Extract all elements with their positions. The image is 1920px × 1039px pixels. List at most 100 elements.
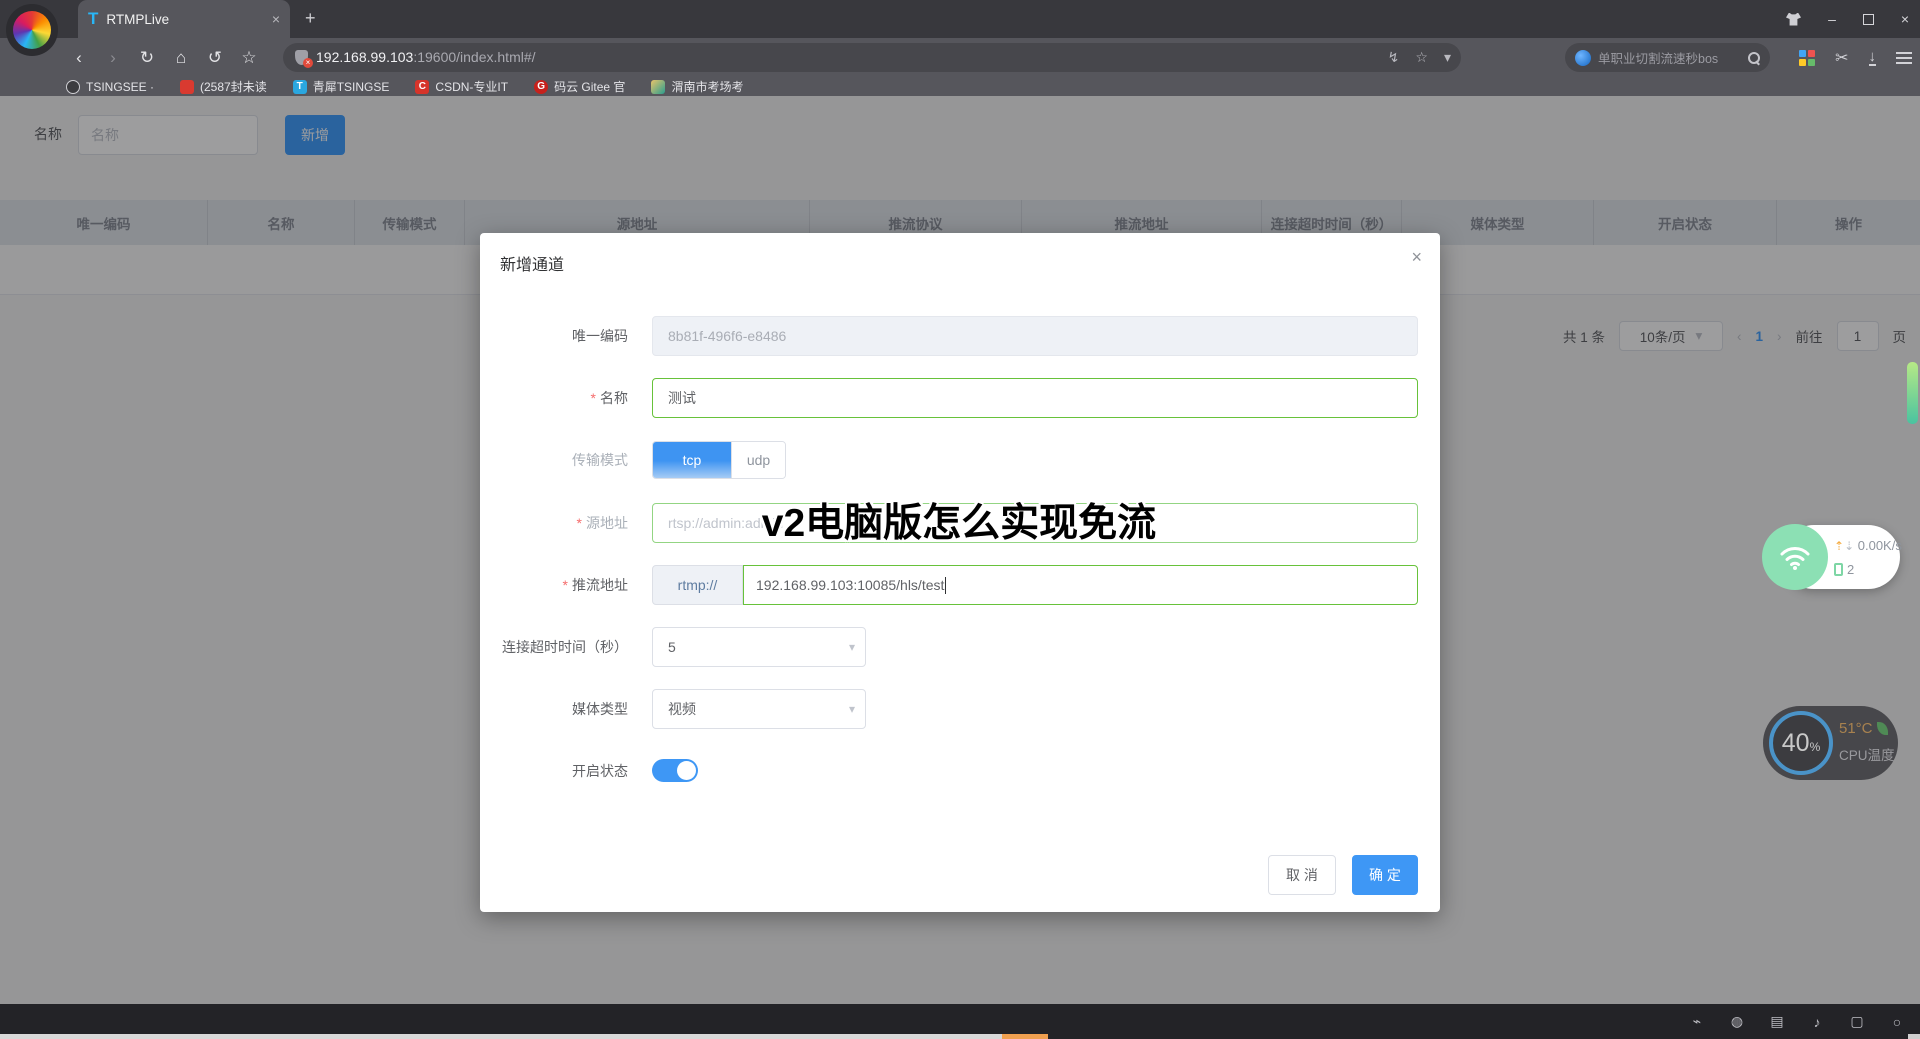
media-type-select[interactable]: 视频 ▾ (652, 689, 866, 729)
cpu-temp-label: CPU温度 (1839, 744, 1895, 764)
reload-icon[interactable]: ↻ (130, 48, 164, 68)
minimize-button[interactable]: – (1823, 11, 1841, 27)
bookmark-label: 青犀TSINGSE (313, 78, 390, 95)
scrollbar-thumb[interactable] (1907, 362, 1918, 424)
bookmark-mail[interactable]: (2587封未读 (180, 78, 267, 95)
download-icon[interactable]: ↓ (1869, 50, 1877, 66)
confirm-button[interactable]: 确 定 (1352, 855, 1418, 895)
progress-accent (1002, 1034, 1048, 1039)
cancel-button[interactable]: 取 消 (1268, 855, 1336, 895)
status-toggle-on[interactable] (652, 759, 698, 782)
browser-logo-pinwheel (13, 11, 51, 49)
media-type-value: 视频 (668, 699, 696, 719)
device-count: 2 (1847, 562, 1854, 577)
rtmp-prefix: rtmp:// (652, 565, 743, 605)
required-asterisk: * (591, 390, 596, 406)
bookmark-favicon (651, 80, 665, 94)
tab-title: RTMPLive (106, 12, 263, 27)
timeout-select[interactable]: 5 ▾ (652, 627, 866, 667)
network-stats: ⇡⇣ 0.00K/s 2 (1834, 534, 1902, 581)
bookmark-label: 渭南市考场考 (671, 78, 743, 95)
text-caret (945, 577, 946, 594)
name-input[interactable]: 测试 (652, 378, 1418, 418)
upload-arrow-icon: ⇡ (1834, 539, 1844, 553)
field-row-status: 开启状态 (480, 751, 1440, 791)
toolbar-actions: ✂ ↓ (1799, 38, 1912, 77)
flash-icon[interactable]: ↯ (1388, 49, 1400, 66)
udp-radio-button[interactable]: udp (731, 442, 785, 478)
usb-tray-icon[interactable]: ⌁ (1688, 1013, 1706, 1030)
network-tray-icon[interactable]: ◍ (1728, 1013, 1746, 1030)
theme-skin-icon[interactable] (1786, 13, 1801, 26)
wifi-icon[interactable] (1762, 524, 1828, 590)
push-address-input[interactable]: 192.168.99.103:10085/hls/test (743, 565, 1418, 605)
dialog-close-icon[interactable]: × (1411, 247, 1422, 268)
bookmark-weinan[interactable]: 渭南市考场考 (651, 78, 743, 95)
push-address-value: 192.168.99.103:10085/hls/test (756, 577, 944, 593)
dialog-footer: 取 消 确 定 (1268, 855, 1418, 895)
search-icon[interactable] (1748, 52, 1760, 64)
new-tab-button[interactable]: + (305, 8, 316, 29)
field-row-name: *名称 测试 (480, 378, 1440, 418)
search-tray-icon[interactable]: ○ (1888, 1014, 1906, 1030)
bookmark-label: 码云 Gitee 官 (554, 78, 625, 95)
home-icon[interactable]: ⌂ (164, 48, 198, 68)
browser-logo[interactable] (6, 4, 58, 56)
push-label: *推流地址 (480, 565, 640, 605)
close-window-button[interactable]: × (1896, 11, 1914, 27)
required-asterisk: * (563, 577, 568, 593)
tab-rtmplive[interactable]: T RTMPLive × (78, 0, 290, 38)
watermark-text: v2电脑版怎么实现免流 (762, 492, 1156, 548)
browser-toolbar: ‹ › ↻ ⌂ ↺ ☆ × 192.168.99.103:19600/index… (0, 38, 1920, 77)
source-label: *源地址 (480, 503, 640, 543)
bookmark-tsingsee[interactable]: TSINGSEE · (66, 80, 154, 94)
menu-icon[interactable] (1896, 52, 1912, 64)
favorite-star-icon[interactable]: ☆ (1415, 49, 1428, 66)
volume-tray-icon[interactable]: ♪ (1808, 1014, 1826, 1030)
web-page: 名称 名称 新增 唯一编码 名称 传输模式 源地址 推流协议 推流地址 连接超时… (0, 96, 1920, 1004)
screenshot-scissors-icon[interactable]: ✂ (1835, 48, 1848, 68)
network-speed: 0.00K/s (1858, 538, 1902, 553)
media-label: 媒体类型 (480, 689, 640, 729)
window-controls: – × (1786, 0, 1914, 38)
folder-tray-icon[interactable]: ▤ (1768, 1013, 1786, 1030)
back-icon[interactable]: ‹ (62, 48, 96, 68)
uid-label: 唯一编码 (480, 316, 640, 356)
window-tray-icon[interactable]: ▢ (1848, 1013, 1866, 1030)
status-label: 开启状态 (480, 751, 640, 791)
show-desktop-button[interactable] (1908, 1034, 1920, 1039)
uid-input: 8b81f-496f6-e8486 (652, 316, 1418, 356)
security-shield-icon[interactable]: × (295, 50, 308, 65)
cpu-usage-unit: % (1810, 740, 1821, 754)
bookmark-label: TSINGSEE · (86, 80, 154, 94)
bookmarks-bar: TSINGSEE · (2587封未读 T 青犀TSINGSE C CSDN-专… (0, 77, 1920, 96)
bottom-progress-strip (0, 1034, 1048, 1039)
tcp-radio-button[interactable]: tcp (653, 442, 731, 478)
bookmark-favicon (66, 80, 80, 94)
field-row-uid: 唯一编码 8b81f-496f6-e8486 (480, 316, 1440, 356)
network-speed-widget[interactable]: ⇡⇣ 0.00K/s 2 (1782, 525, 1900, 589)
timeout-value: 5 (668, 639, 676, 655)
mode-label: 传输模式 (480, 440, 640, 480)
bookmark-qingxi[interactable]: T 青犀TSINGSE (293, 78, 390, 95)
url-dropdown-icon[interactable]: ▾ (1444, 49, 1451, 66)
name-label: *名称 (480, 378, 640, 418)
cpu-monitor-widget[interactable]: 40 % 51°C CPU温度 (1763, 706, 1898, 780)
bookmark-label: (2587封未读 (200, 78, 267, 95)
bookmark-star-icon[interactable]: ☆ (232, 48, 266, 68)
bookmark-favicon: G (534, 80, 548, 94)
forward-icon[interactable]: › (96, 48, 130, 68)
search-box[interactable]: 单职业切割流速秒bos (1565, 43, 1770, 72)
leaf-icon (1877, 722, 1888, 735)
url-host: 192.168.99.103 (316, 49, 413, 65)
bookmark-favicon (180, 80, 194, 94)
bookmark-csdn[interactable]: C CSDN-专业IT (415, 78, 508, 95)
dialog-title: 新增通道 (500, 251, 564, 275)
search-input[interactable]: 单职业切割流速秒bos (1598, 48, 1741, 67)
address-bar[interactable]: × 192.168.99.103:19600/index.html#/ ↯ ☆ … (283, 43, 1461, 72)
restore-tab-icon[interactable]: ↺ (198, 48, 232, 68)
maximize-button[interactable] (1863, 14, 1874, 25)
apps-grid-icon[interactable] (1799, 50, 1815, 66)
bookmark-gitee[interactable]: G 码云 Gitee 官 (534, 78, 625, 95)
tab-close-icon[interactable]: × (272, 11, 280, 27)
